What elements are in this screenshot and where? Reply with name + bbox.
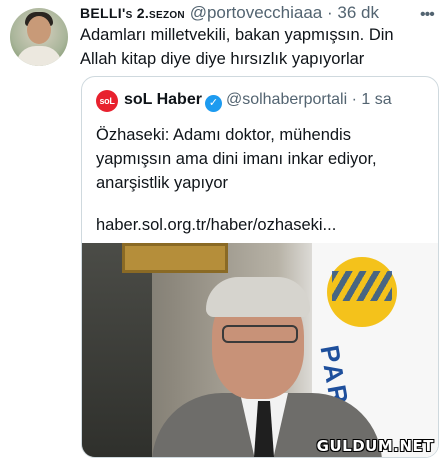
quoted-tweet-image[interactable]: PARTİ GULDUM.NET — [82, 243, 438, 457]
more-icon[interactable]: ••• — [420, 6, 435, 24]
party-logo-rays — [332, 271, 392, 301]
quoted-author-name[interactable]: soL Haber — [124, 91, 202, 108]
person-glasses — [222, 325, 298, 343]
site-watermark: GULDUM.NET — [316, 437, 434, 455]
quoted-tweet-text: Özhaseki: Adamı doktor, mühendis yapmışs… — [96, 126, 377, 192]
quoted-tweet-timestamp[interactable]: 1 sa — [361, 91, 391, 108]
author-avatar[interactable] — [10, 8, 68, 66]
avatar-body — [16, 46, 62, 66]
author-handle[interactable]: @portovecchiaaa — [190, 3, 323, 22]
person-hair — [206, 277, 310, 317]
quoted-tweet-link[interactable]: haber.sol.org.tr/haber/ozhaseki... — [96, 213, 336, 237]
quoted-tweet-header: soL Haber ✓ @solhaberportali · 1 sa — [124, 89, 392, 112]
author-name[interactable]: BELLI's 2.sezon — [80, 5, 185, 21]
quoted-author-avatar[interactable]: soL — [96, 90, 118, 112]
avatar-face — [27, 16, 51, 44]
tweet-timestamp[interactable]: 36 dk — [337, 3, 379, 22]
tweet-header: BELLI's 2.sezon @portovecchiaaa · 36 dk — [80, 2, 379, 24]
header-separator: · — [327, 3, 333, 22]
quoted-author-handle[interactable]: @solhaberportali — [226, 91, 347, 108]
quoted-header-separator: · — [351, 91, 357, 108]
tweet-text: Adamları milletvekili, bakan yapmışsın. … — [80, 26, 394, 68]
image-picture-frame — [122, 243, 228, 273]
image-background-wall — [82, 243, 152, 457]
quoted-tweet-card[interactable]: soL soL Haber ✓ @solhaberportali · 1 sa Öz… — [81, 76, 439, 458]
verified-icon: ✓ — [204, 95, 222, 112]
